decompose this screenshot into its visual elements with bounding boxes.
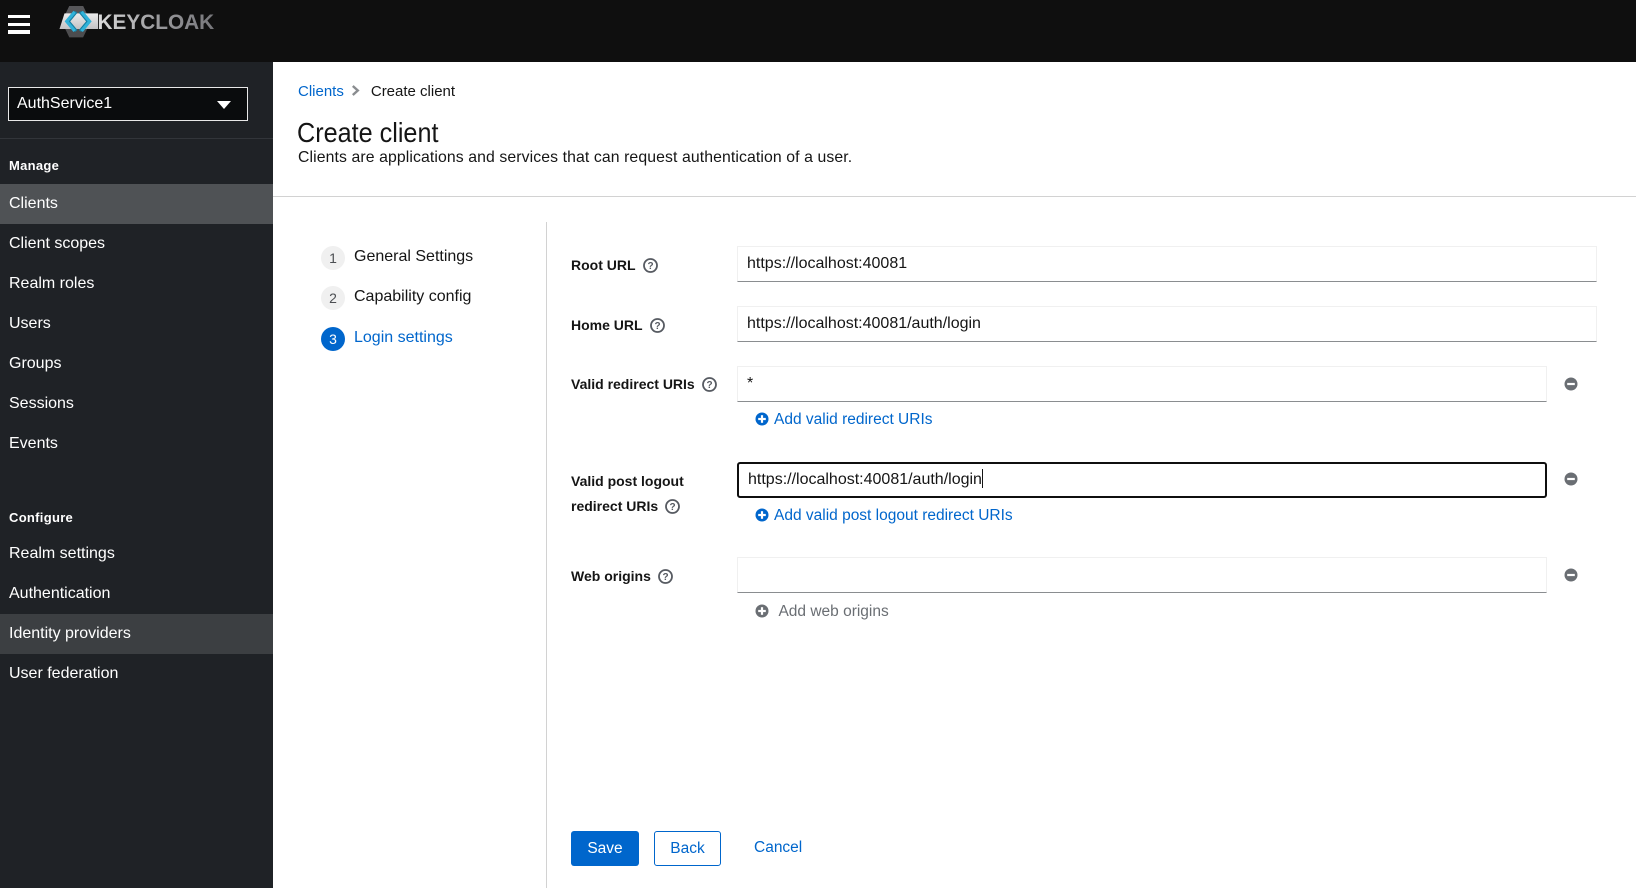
svg-text:?: ? [706,380,712,391]
svg-text:?: ? [647,261,653,272]
svg-text:?: ? [654,321,660,332]
svg-text:?: ? [662,572,668,583]
svg-text:KEYCLOAK: KEYCLOAK [98,11,215,34]
svg-text:?: ? [670,502,676,513]
